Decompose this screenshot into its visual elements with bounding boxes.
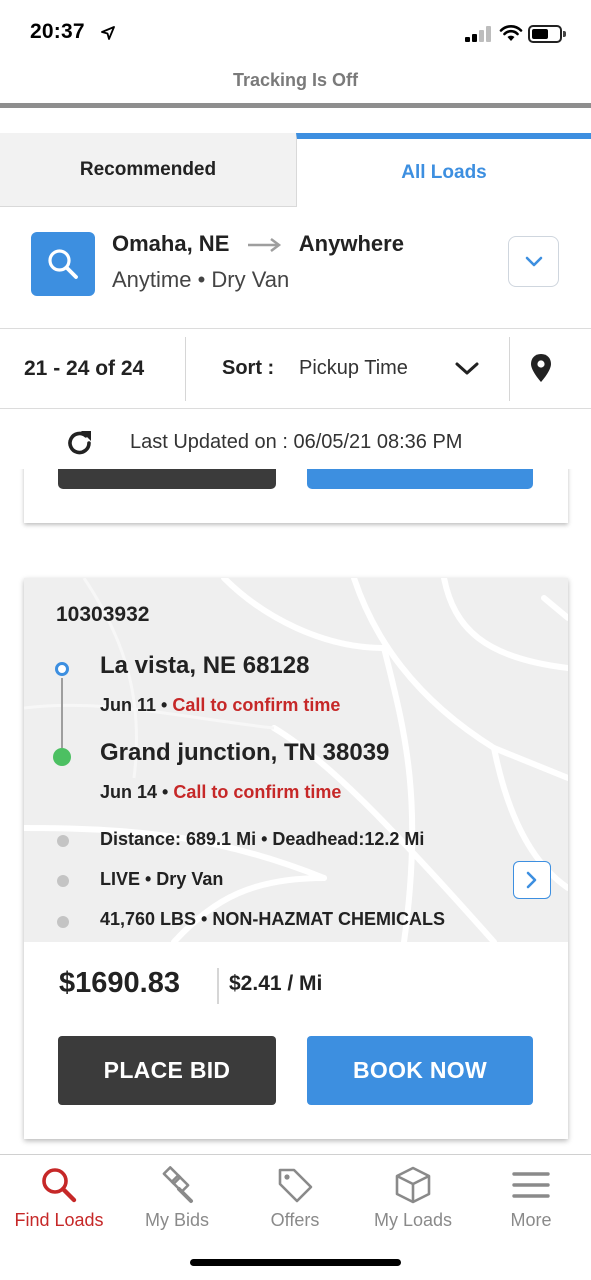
nav-more[interactable]: More: [472, 1155, 590, 1245]
sort-dropdown[interactable]: Pickup Time: [299, 357, 408, 380]
previous-load-card: [24, 469, 568, 523]
destination-date-text: Jun 14 •: [100, 782, 169, 802]
load-card[interactable]: 10303932 La vista, NE 68128 Jun 11 • Cal…: [24, 578, 568, 1139]
map-divider: [509, 337, 510, 401]
menu-icon: [512, 1172, 550, 1198]
destination-city: Grand junction, TN 38039: [100, 739, 390, 766]
sort-bar: 21 - 24 of 24 Sort : Pickup Time: [0, 329, 591, 409]
origin-marker-icon: [55, 662, 69, 676]
load-tabs: Recommended All Loads: [0, 133, 591, 207]
nav-my-bids[interactable]: My Bids: [118, 1155, 236, 1245]
origin-date-text: Jun 11 •: [100, 695, 168, 715]
commodity-info: 41,760 LBS • NON-HAZMAT CHEMICALS: [100, 909, 445, 929]
origin-date: Jun 11 • Call to confirm time: [100, 695, 340, 716]
search-summary: Omaha, NE Anywhere Anytime • Dry Van: [0, 207, 591, 329]
route-connector: [61, 678, 63, 748]
arrow-right-icon: [247, 238, 281, 253]
chevron-down-icon: [525, 256, 542, 266]
nav-label: Find Loads: [14, 1210, 104, 1230]
previous-book-now-button[interactable]: [307, 469, 533, 489]
load-price: $1690.83: [59, 967, 180, 999]
nav-label: Offers: [270, 1210, 320, 1230]
nav-offers[interactable]: Offers: [236, 1155, 354, 1245]
tab-all-loads[interactable]: All Loads: [296, 133, 591, 207]
bullet-icon: [57, 875, 69, 887]
status-time: 20:37: [30, 20, 85, 43]
sort-divider: [185, 337, 186, 401]
tag-icon: [278, 1168, 313, 1203]
status-bar: 20:37: [0, 0, 591, 64]
book-now-button[interactable]: BOOK NOW: [307, 1036, 533, 1105]
sort-label: Sort :: [222, 357, 275, 379]
origin-time-note: Call to confirm time: [172, 695, 341, 715]
destination-time-note: Call to confirm time: [173, 782, 342, 802]
tracking-status: Tracking Is Off: [232, 70, 359, 90]
origin-text: Omaha, NE: [112, 231, 230, 256]
battery-icon: [528, 25, 566, 43]
destination-marker-icon: [53, 748, 71, 766]
distance-info: Distance: 689.1 Mi • Deadhead:12.2 Mi: [100, 829, 425, 849]
nav-label: My Bids: [144, 1210, 209, 1230]
wifi-icon: [499, 25, 523, 41]
results-count: 21 - 24 of 24: [24, 357, 145, 380]
refresh-icon[interactable]: [64, 427, 96, 459]
cell-signal-icon: [465, 26, 493, 42]
bullet-icon: [57, 835, 69, 847]
nav-label: My Loads: [373, 1210, 453, 1230]
tab-recommended[interactable]: Recommended: [0, 133, 296, 207]
home-indicator[interactable]: [190, 1259, 401, 1266]
load-details-button[interactable]: [513, 861, 551, 899]
chevron-right-icon: [526, 871, 537, 889]
map-pin-icon[interactable]: [529, 353, 553, 383]
search-button[interactable]: [31, 232, 95, 296]
place-bid-button[interactable]: PLACE BID: [58, 1036, 276, 1105]
search-criteria: Anytime • Dry Van: [112, 267, 290, 292]
gavel-icon: [162, 1166, 193, 1203]
nav-label: More: [510, 1210, 552, 1230]
origin-city: La vista, NE 68128: [100, 652, 310, 679]
search-icon: [48, 249, 78, 279]
bullet-icon: [57, 916, 69, 928]
location-arrow-icon: [101, 26, 115, 40]
destination-date: Jun 14 • Call to confirm time: [100, 782, 341, 803]
destination-text: Anywhere: [298, 231, 404, 256]
nav-find-loads[interactable]: Find Loads: [0, 1155, 118, 1245]
last-updated-bar: Last Updated on : 06/05/21 08:36 PM: [0, 409, 591, 469]
tracking-divider: [0, 103, 591, 108]
load-id: 10303932: [56, 603, 150, 626]
chevron-down-icon[interactable]: [454, 361, 480, 377]
expand-search-button[interactable]: [508, 236, 559, 287]
last-updated-text: Last Updated on : 06/05/21 08:36 PM: [130, 431, 463, 453]
nav-my-loads[interactable]: My Loads: [354, 1155, 472, 1245]
search-icon: [42, 1168, 77, 1203]
route-summary[interactable]: Omaha, NE Anywhere: [112, 231, 404, 257]
price-divider: [217, 968, 219, 1004]
equipment-info: LIVE • Dry Van: [100, 869, 224, 889]
load-list: 10303932 La vista, NE 68128 Jun 11 • Cal…: [0, 469, 591, 1154]
previous-place-bid-button[interactable]: [58, 469, 276, 489]
rate-per-mile: $2.41 / Mi: [229, 972, 323, 995]
load-map-background: 10303932 La vista, NE 68128 Jun 11 • Cal…: [24, 578, 568, 942]
box-icon: [395, 1166, 431, 1204]
